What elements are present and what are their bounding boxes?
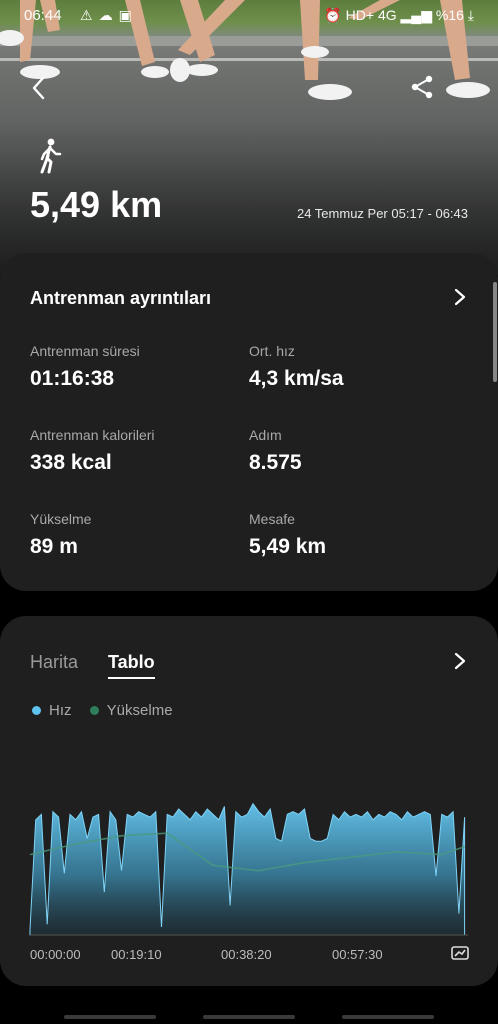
total-distance: 5,49 km (30, 184, 163, 225)
battery-label: %16 (435, 7, 464, 23)
stat-value: 89 m (30, 535, 78, 558)
nav-home-button[interactable] (203, 1015, 295, 1019)
alarm-icon: ⏰ (324, 7, 342, 23)
walking-icon (40, 138, 62, 174)
signal-icon: ▂▄▆ (400, 7, 432, 23)
scrollbar[interactable] (493, 282, 497, 382)
system-nav-bar (0, 1004, 498, 1024)
x-tick-label: 00:38:20 (221, 947, 272, 962)
nav-back-button[interactable] (342, 1015, 434, 1019)
stat-value: 338 kcal (30, 451, 112, 474)
status-right-indicators: ⏰ HD+ 4G ▂▄▆ %16 ⤓ (324, 7, 474, 24)
stat-duration: Antrenman süresi 01:16:38 (30, 343, 140, 391)
x-tick-label: 00:00:00 (30, 947, 81, 962)
workout-details-card[interactable]: Antrenman ayrıntıları Antrenman süresi 0… (0, 253, 498, 591)
stat-value: 4,3 km/sa (249, 367, 344, 390)
stat-distance: Mesafe 5,49 km (249, 511, 326, 559)
stat-avg-speed: Ort. hız 4,3 km/sa (249, 343, 344, 391)
stat-value: 8.575 (249, 451, 302, 474)
chart-card: Harita Tablo Hız Yükselme 00:00:00 00:19… (0, 616, 498, 986)
chart-plot-area (29, 802, 466, 936)
stat-label: Mesafe (249, 511, 295, 527)
stat-steps: Adım 8.575 (249, 427, 302, 475)
stat-label: Adım (249, 427, 282, 443)
stat-label: Yükselme (30, 511, 92, 527)
workout-datetime: 24 Temmuz Per 05:17 - 06:43 (296, 206, 468, 221)
back-arrow-icon[interactable] (26, 74, 54, 102)
warning-icon: ⚠ (80, 7, 99, 23)
speed-elevation-chart[interactable] (0, 616, 498, 986)
hero-photo (0, 0, 498, 275)
stat-label: Ort. hız (249, 343, 295, 359)
status-notification-icons: ⚠☁▣ (80, 7, 138, 24)
x-tick-label: 00:57:30 (332, 947, 383, 962)
share-icon[interactable] (410, 74, 434, 100)
stat-calories: Antrenman kalorileri 338 kcal (30, 427, 155, 475)
status-bar: 06:44 ⚠☁▣ ⏰ HD+ 4G ▂▄▆ %16 ⤓ (0, 0, 498, 32)
stat-value: 01:16:38 (30, 367, 115, 390)
chevron-right-icon[interactable] (453, 288, 467, 306)
expand-chart-icon[interactable] (451, 945, 469, 961)
details-title: Antrenman ayrıntıları (30, 288, 212, 308)
nav-recents-button[interactable] (64, 1015, 156, 1019)
stat-label: Antrenman süresi (30, 343, 140, 359)
status-time: 06:44 (24, 7, 62, 24)
network-label: HD+ 4G (345, 7, 397, 23)
stat-value: 5,49 km (249, 535, 327, 558)
cloud-icon: ☁ (98, 7, 119, 23)
x-tick-label: 00:19:10 (111, 947, 162, 962)
stat-label: Antrenman kalorileri (30, 427, 155, 443)
image-icon: ▣ (118, 7, 138, 23)
stat-elevation: Yükselme 89 m (30, 511, 91, 559)
download-icon: ⤓ (467, 7, 474, 23)
